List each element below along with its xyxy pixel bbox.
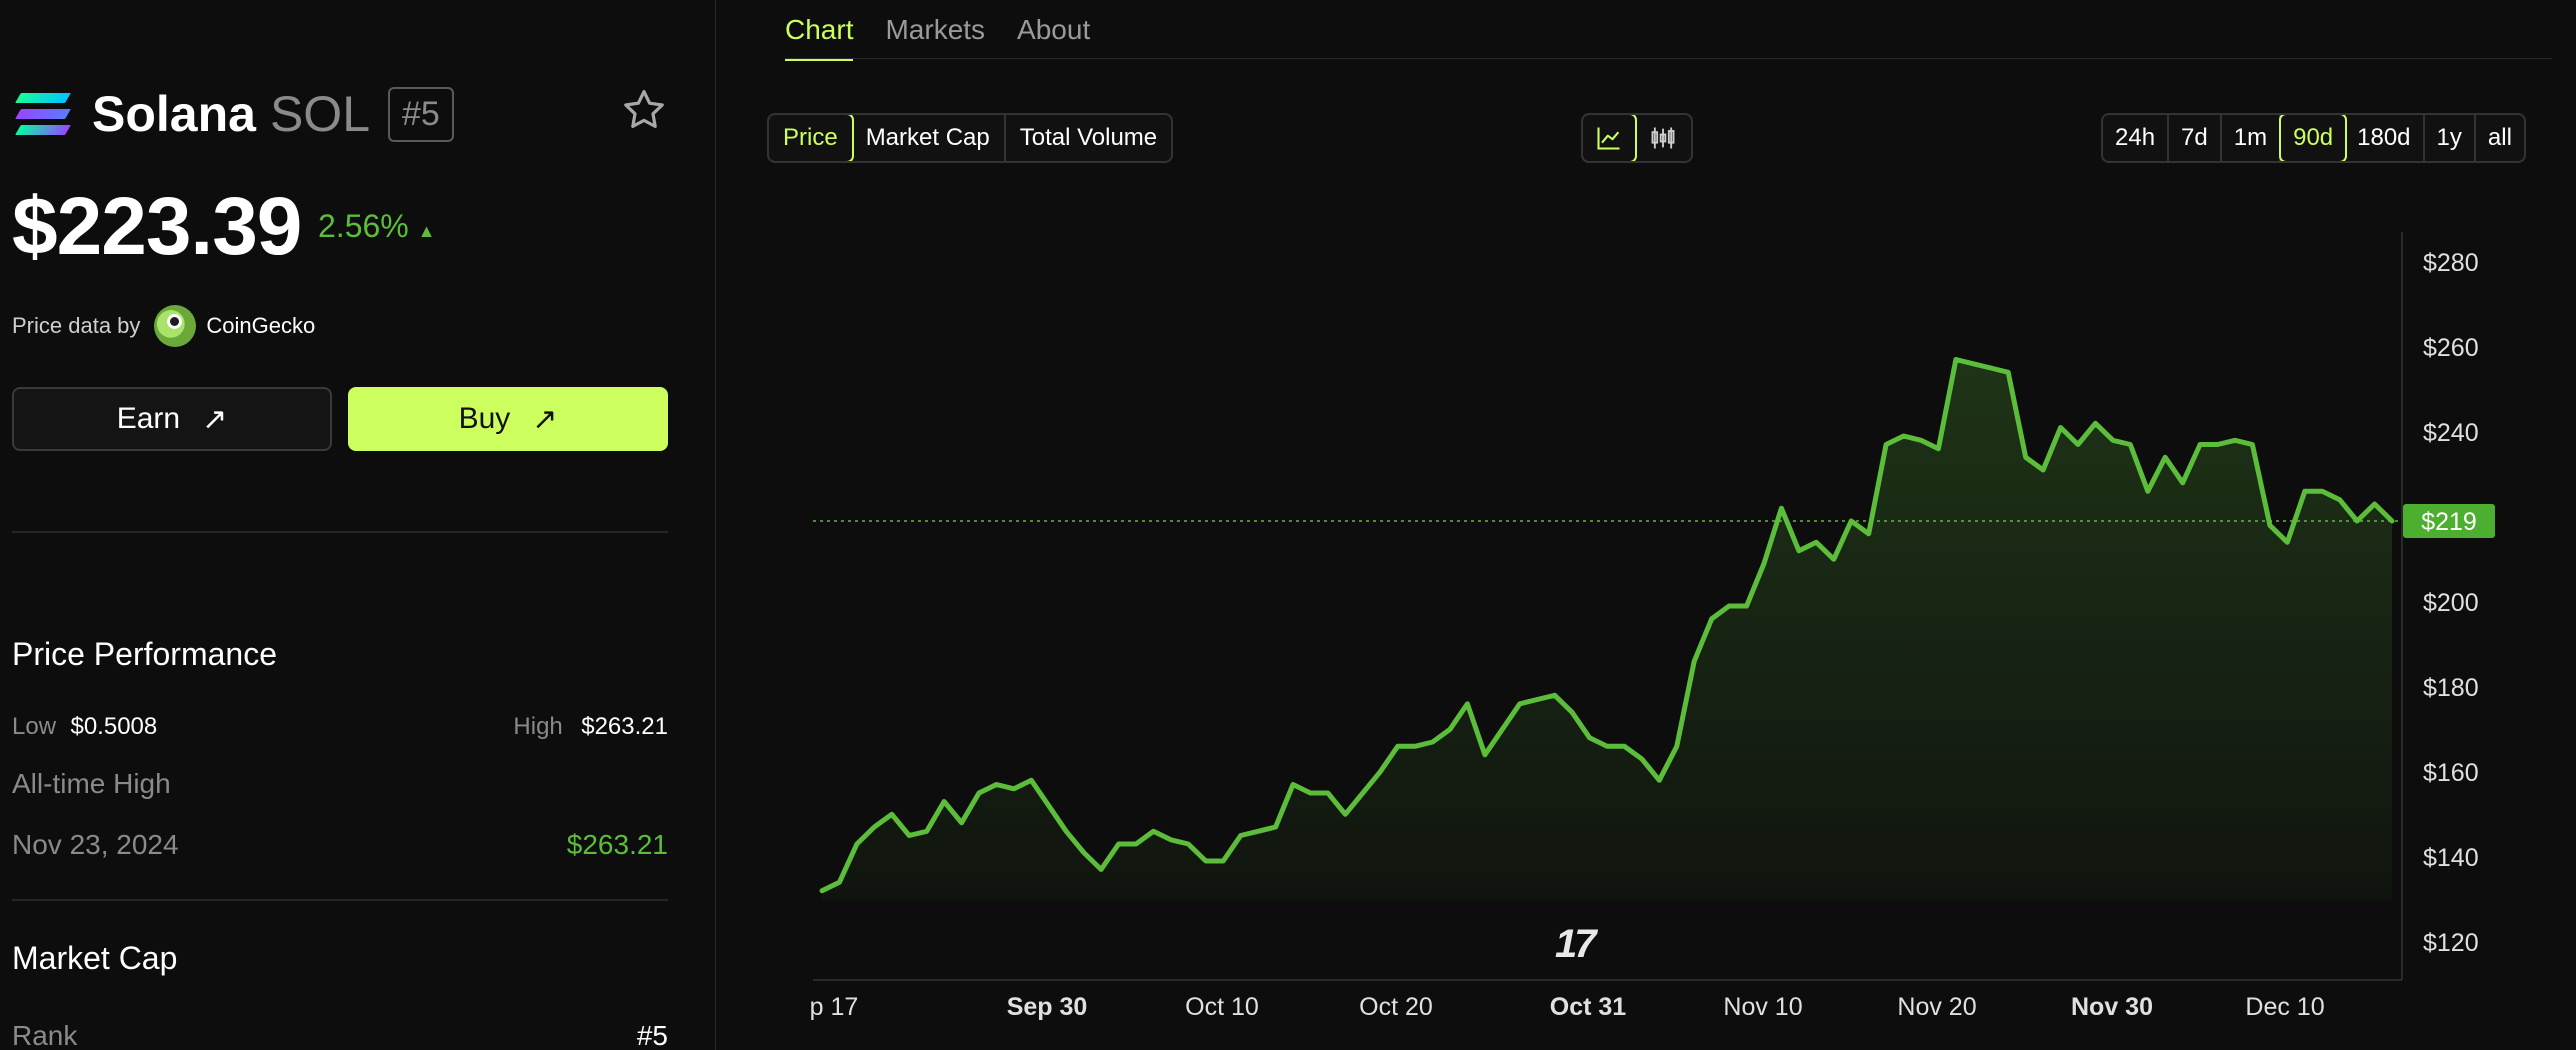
high-label: High: [513, 713, 563, 740]
low-value: $0.5008: [70, 713, 158, 740]
y-tick-label: $280: [2423, 249, 2479, 277]
buy-button[interactable]: Buy ↗: [348, 387, 668, 451]
current-price-tag-label: $219: [2421, 508, 2477, 536]
y-tick-label: $200: [2423, 589, 2479, 617]
divider: [12, 899, 668, 901]
up-arrow-icon: ▲: [417, 221, 436, 241]
price-change: 2.56% ▲: [318, 208, 435, 245]
x-tick-label: Nov 20: [1897, 993, 1976, 1021]
y-tick-label: $120: [2423, 929, 2479, 957]
star-icon[interactable]: [620, 86, 668, 134]
rank-label: Rank: [12, 1020, 78, 1050]
low-high-row: Low $0.5008 High $263.21: [12, 713, 668, 741]
earn-button[interactable]: Earn ↗: [12, 387, 332, 451]
x-tick-label: Sep 30: [1007, 993, 1088, 1021]
y-tick-label: $180: [2423, 674, 2479, 702]
earn-button-label: Earn: [116, 402, 181, 435]
x-tick-label: Dec 10: [2245, 993, 2324, 1021]
x-tick-label: p 17: [810, 993, 859, 1021]
ath-value: $263.21: [566, 829, 668, 860]
rank-badge: #5: [388, 86, 454, 142]
high-value: $263.21: [581, 713, 668, 740]
x-tick-label: Oct 20: [1359, 993, 1433, 1021]
ath-label-row: All-time High: [12, 768, 668, 800]
coin-header: Solana SOL #5: [15, 84, 454, 144]
coin-symbol: SOL: [269, 86, 371, 142]
x-tick-label: Nov 10: [1723, 993, 1802, 1021]
price-source-provider[interactable]: CoinGecko: [206, 313, 315, 339]
solana-logo-icon: [15, 93, 71, 135]
tradingview-logo-icon[interactable]: 17: [1555, 922, 1596, 967]
y-tick-label: $240: [2423, 419, 2479, 447]
buy-button-label: Buy: [458, 402, 511, 435]
ath-row: Nov 23, 2024 $263.21: [12, 829, 668, 861]
ath-label: All-time High: [12, 768, 171, 799]
external-arrow-icon: ↗: [202, 402, 228, 436]
market-cap-title: Market Cap: [12, 940, 178, 976]
price-source: Price data by CoinGecko: [12, 305, 315, 347]
ath-date: Nov 23, 2024: [12, 829, 179, 860]
coin-name: Solana: [92, 86, 256, 142]
x-tick-label: Nov 30: [2071, 993, 2153, 1021]
chart-panel: Chart Markets About Price Market Cap Tot…: [717, 0, 2576, 1050]
rank-value: #5: [636, 1020, 668, 1050]
divider: [12, 531, 668, 533]
external-arrow-icon: ↗: [532, 402, 558, 436]
current-price: $223.39: [12, 181, 302, 272]
low-label: Low: [12, 713, 57, 740]
y-tick-label: $140: [2423, 844, 2479, 872]
x-tick-label: Oct 10: [1185, 993, 1259, 1021]
y-tick-label: $160: [2423, 759, 2479, 787]
price-chart[interactable]: $280$260$240$220$200$180$160$140$120$219…: [717, 0, 2576, 1050]
rank-row: Rank #5: [12, 1020, 668, 1050]
coin-sidebar: Solana SOL #5 $223.39 2.56% ▲ Price data…: [0, 0, 716, 1050]
price-performance-title: Price Performance: [12, 636, 277, 672]
coingecko-logo-icon: [154, 305, 197, 347]
x-tick-label: Oct 31: [1550, 993, 1627, 1021]
y-tick-label: $260: [2423, 334, 2479, 362]
price-change-value: 2.56%: [318, 208, 409, 244]
price-source-label: Price data by: [12, 313, 141, 338]
